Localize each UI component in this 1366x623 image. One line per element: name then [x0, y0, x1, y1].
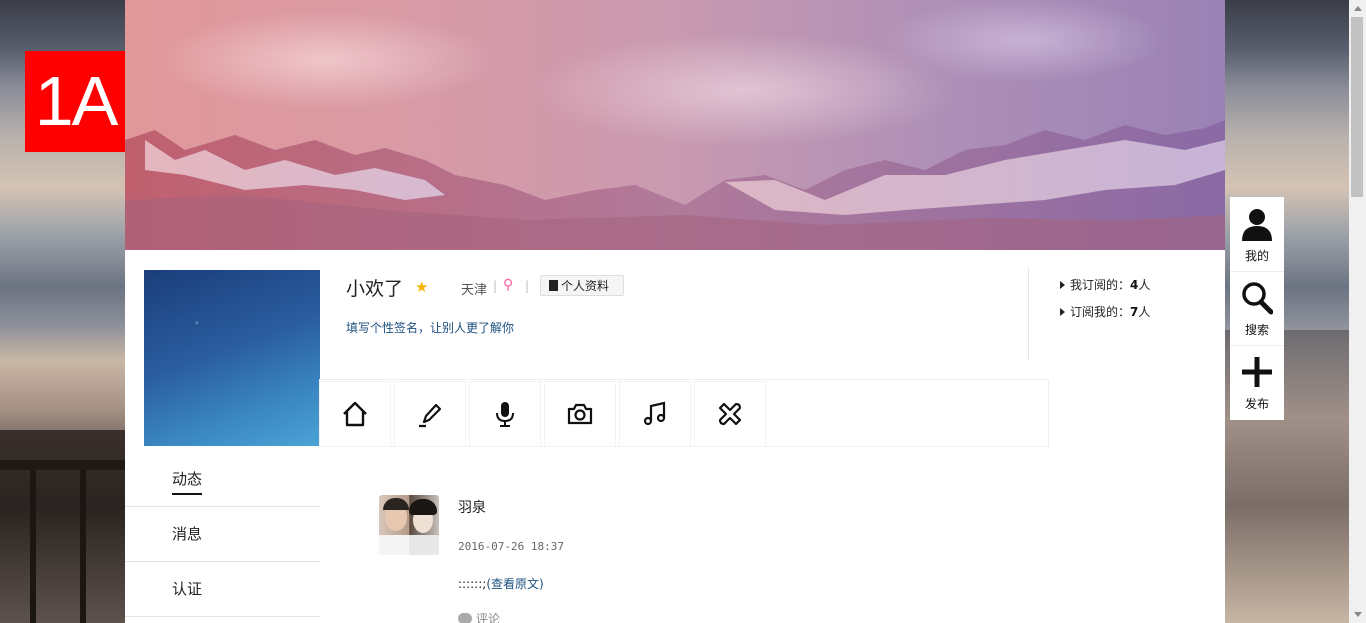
triangle-icon	[1060, 281, 1065, 289]
star-icon: ★	[415, 278, 429, 296]
camera-icon	[567, 403, 593, 425]
home-button[interactable]	[320, 382, 390, 446]
subscribed-stat[interactable]: 我订阅的：4人	[1060, 276, 1150, 293]
user-icon	[1242, 209, 1272, 241]
search-label: 搜索	[1244, 323, 1269, 337]
profile-avatar[interactable]	[144, 270, 320, 446]
subscribers-label: 订阅我的：	[1070, 305, 1131, 319]
pier-deck	[0, 460, 125, 470]
post-content: ::::::;(查看原文)	[458, 575, 544, 592]
triangle-icon	[1060, 308, 1065, 316]
profile-info-button[interactable]: 个人资料	[540, 275, 624, 296]
separator: |	[525, 279, 530, 293]
my-label: 我的	[1244, 249, 1269, 263]
subscribed-unit: 人	[1138, 278, 1151, 292]
post-author-avatar[interactable]	[379, 495, 439, 555]
divider	[1028, 268, 1029, 360]
profile-name: 小欢了	[346, 278, 404, 300]
separator: |	[493, 279, 498, 293]
nav-item-verification[interactable]: 认证	[125, 562, 320, 617]
nav-item-messages[interactable]: 消息	[125, 507, 320, 562]
subscribers-unit: 人	[1138, 305, 1151, 319]
nav-item-label: 认证	[172, 580, 203, 598]
search-icon	[1242, 282, 1273, 315]
plus-icon	[1242, 357, 1272, 387]
floating-action-bar: 我的 搜索 发布	[1230, 197, 1284, 420]
view-original-link[interactable]: (查看原文)	[486, 577, 543, 591]
home-icon	[343, 401, 367, 427]
photo-button[interactable]	[545, 382, 615, 446]
comment-icon	[458, 613, 472, 623]
my-button[interactable]: 我的	[1230, 197, 1284, 272]
nav-item-activity[interactable]: 动态	[125, 452, 320, 507]
music-button[interactable]	[620, 382, 690, 446]
post-type-toolbar	[320, 380, 1048, 446]
main-content: 小欢了 ★ 天津 | ⚲ | 个人资料 填写个性签名，让别人更了解你 我订阅的：…	[125, 0, 1225, 623]
post-text: ::::::;	[458, 577, 487, 591]
scroll-thumb[interactable]	[1351, 17, 1363, 197]
pier-image	[0, 430, 125, 623]
profile-info-label: 个人资料	[561, 279, 610, 293]
profile-banner	[125, 0, 1225, 250]
subscribed-label: 我订阅的：	[1070, 278, 1131, 292]
travel-button[interactable]	[695, 382, 765, 446]
pier-leg	[80, 470, 86, 623]
scroll-up-button[interactable]	[1349, 0, 1366, 17]
side-navigation: 动态 消息 认证	[125, 452, 320, 617]
music-icon	[643, 401, 666, 426]
airplane-icon	[718, 402, 742, 426]
document-icon	[549, 280, 558, 291]
audio-button[interactable]	[470, 382, 540, 446]
page-scrollbar[interactable]	[1349, 0, 1366, 623]
site-logo[interactable]: 1A	[25, 51, 126, 152]
post-author[interactable]: 羽泉	[458, 497, 486, 517]
microphone-icon	[496, 402, 514, 427]
search-button[interactable]: 搜索	[1230, 271, 1284, 346]
publish-label: 发布	[1244, 397, 1269, 411]
pier-leg	[30, 470, 36, 623]
mountain-range	[125, 120, 1225, 250]
subscribers-stat[interactable]: 订阅我的：7人	[1060, 303, 1150, 320]
nav-item-label: 动态	[172, 468, 203, 495]
comment-button[interactable]: 评论	[458, 610, 500, 623]
signature-link[interactable]: 填写个性签名，让别人更了解你	[346, 319, 514, 336]
comment-label: 评论	[476, 612, 501, 623]
scroll-down-button[interactable]	[1349, 606, 1366, 623]
gender-icon: ⚲	[503, 277, 514, 293]
write-button[interactable]	[395, 382, 465, 446]
post-timestamp: 2016-07-26 18:37	[458, 540, 564, 553]
profile-city: 天津	[461, 283, 488, 298]
publish-button[interactable]: 发布	[1230, 345, 1284, 419]
pencil-icon	[419, 403, 442, 428]
nav-item-label: 消息	[172, 525, 203, 543]
